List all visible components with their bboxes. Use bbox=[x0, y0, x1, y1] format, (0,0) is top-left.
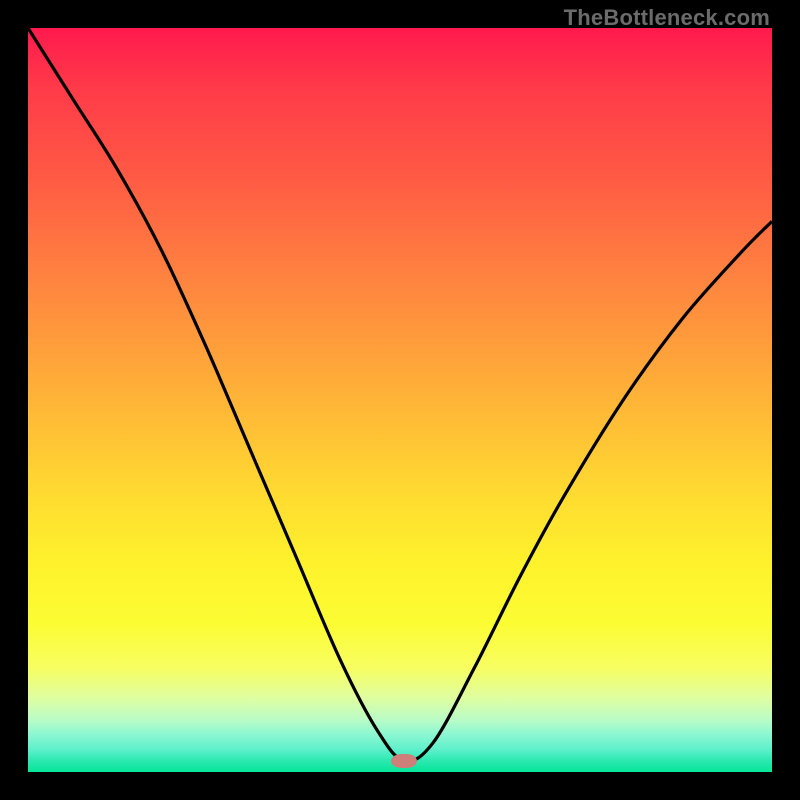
watermark-text: TheBottleneck.com bbox=[564, 5, 770, 31]
optimal-point-marker bbox=[391, 754, 417, 768]
plot-area bbox=[28, 28, 772, 772]
bottleneck-curve bbox=[28, 28, 772, 761]
bottleneck-curve-svg bbox=[28, 28, 772, 772]
chart-frame: TheBottleneck.com bbox=[0, 0, 800, 800]
